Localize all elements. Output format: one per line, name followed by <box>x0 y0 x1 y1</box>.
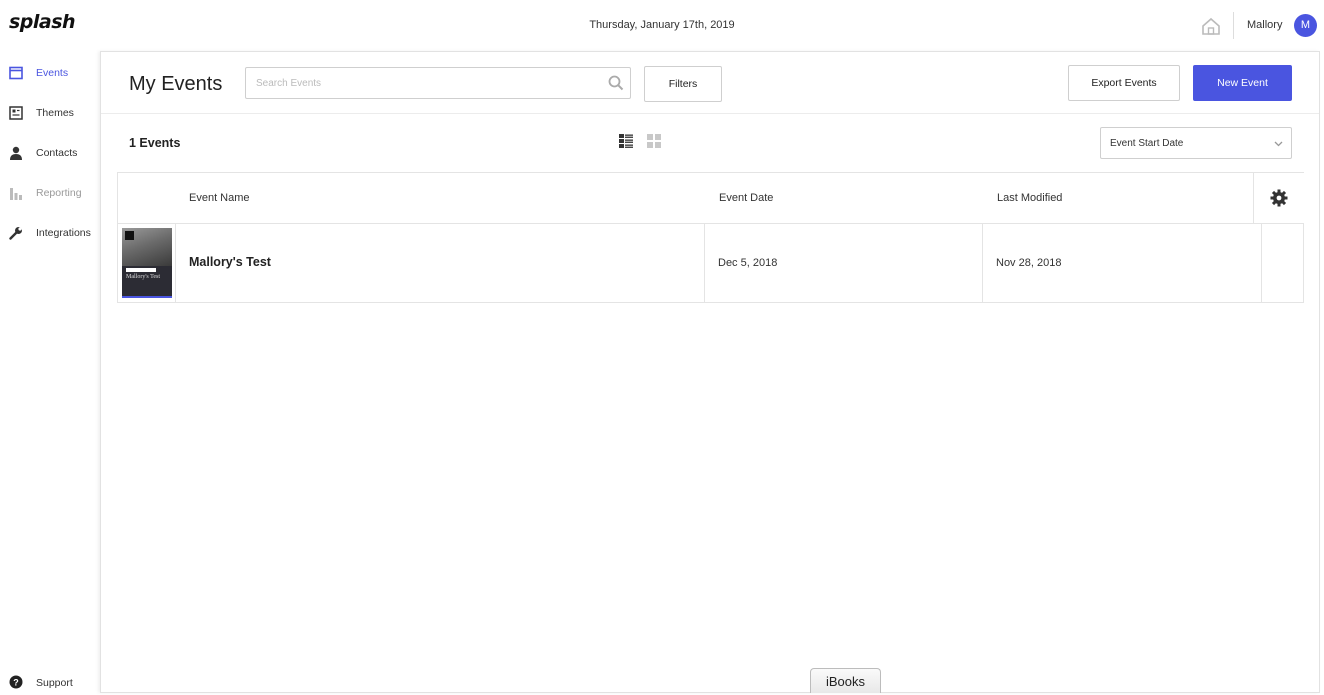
sidebar-item-label: Reporting <box>36 187 82 199</box>
user-name[interactable]: Mallory <box>1247 19 1282 31</box>
cell-divider <box>1261 224 1262 302</box>
home-icon[interactable] <box>1201 17 1221 35</box>
sidebar-item-label: Contacts <box>36 147 78 159</box>
cell-divider <box>704 224 705 302</box>
top-bar: splash Thursday, January 17th, 2019 Mall… <box>0 0 1324 52</box>
event-thumb-accent <box>122 296 172 298</box>
sort-selected-value: Event Start Date <box>1110 138 1184 149</box>
last-modified: Nov 28, 2018 <box>996 257 1062 269</box>
header-divider <box>101 113 1319 114</box>
calendar-icon <box>9 66 23 80</box>
column-header-event-date[interactable]: Event Date <box>719 192 773 204</box>
event-name[interactable]: Mallory's Test <box>189 255 271 269</box>
avatar[interactable]: M <box>1294 14 1317 37</box>
export-events-button[interactable]: Export Events <box>1068 65 1180 101</box>
person-icon <box>10 146 22 160</box>
event-date: Dec 5, 2018 <box>718 257 778 269</box>
chevron-down-icon <box>1274 141 1283 147</box>
sidebar-item-reporting[interactable]: Reporting <box>0 182 98 206</box>
event-thumb-title: Mallory's Test <box>126 274 161 280</box>
sidebar: Events Themes Contacts Reporting Integra… <box>0 52 98 693</box>
table-settings-button[interactable] <box>1253 173 1304 224</box>
events-count: 1 Events <box>129 136 181 150</box>
search-input[interactable] <box>245 67 631 99</box>
events-table: Event Name Event Date Last Modified Mall… <box>117 172 1304 304</box>
cell-divider <box>175 224 176 302</box>
table-row[interactable]: Mallory's Test Mallory's Test Dec 5, 201… <box>117 224 1304 303</box>
svg-text:?: ? <box>13 678 19 688</box>
sidebar-item-label: Themes <box>36 107 74 119</box>
column-header-event-name[interactable]: Event Name <box>189 192 250 204</box>
sidebar-item-integrations[interactable]: Integrations <box>0 222 98 246</box>
filters-button[interactable]: Filters <box>644 66 722 102</box>
wrench-icon <box>9 227 22 240</box>
grid-view-icon[interactable] <box>647 134 661 148</box>
search-icon[interactable] <box>608 75 624 91</box>
event-logo-mark <box>125 231 134 240</box>
events-panel: My Events Filters Export Events New Even… <box>100 51 1320 693</box>
sidebar-item-themes[interactable]: Themes <box>0 102 98 126</box>
current-date: Thursday, January 17th, 2019 <box>589 19 735 31</box>
sort-select[interactable]: Event Start Date <box>1100 127 1292 159</box>
new-event-button[interactable]: New Event <box>1193 65 1292 101</box>
sidebar-item-label: Events <box>36 67 69 79</box>
question-circle-icon: ? <box>9 675 23 689</box>
table-header: Event Name Event Date Last Modified <box>117 172 1304 224</box>
sidebar-item-events[interactable]: Events <box>0 62 98 86</box>
cell-divider <box>982 224 983 302</box>
support-link[interactable]: ? Support <box>0 672 98 693</box>
column-header-last-modified[interactable]: Last Modified <box>997 192 1062 204</box>
list-view-icon[interactable] <box>619 134 633 148</box>
event-thumbnail[interactable]: Mallory's Test <box>122 228 172 298</box>
gear-icon <box>1270 189 1288 207</box>
theme-icon <box>9 106 23 120</box>
topbar-divider <box>1233 12 1234 39</box>
page-title: My Events <box>129 73 223 95</box>
dock-tooltip-ibooks: iBooks <box>810 668 881 693</box>
event-thumb-chip <box>126 268 156 272</box>
support-label: Support <box>36 677 73 689</box>
sidebar-item-contacts[interactable]: Contacts <box>0 142 98 166</box>
bar-chart-icon <box>10 188 22 200</box>
sidebar-item-label: Integrations <box>36 227 91 239</box>
